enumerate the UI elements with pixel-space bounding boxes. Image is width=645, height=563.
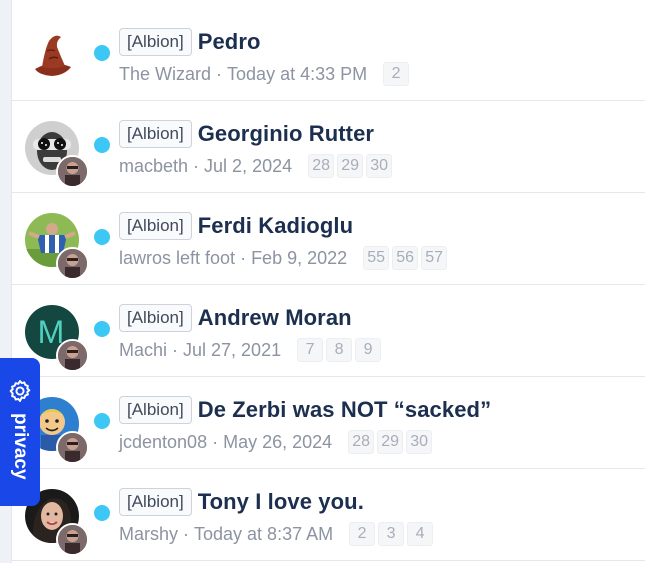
unread-indicator [94,505,110,521]
meta-separator: · [212,431,219,452]
thread-row[interactable]: [Albion] De Zerbi was NOT “sacked” jcden… [12,377,645,469]
unread-indicator [94,229,110,245]
page-link[interactable]: 56 [392,246,419,270]
page-jump: 2 3 4 [349,522,436,546]
meta-separator: · [183,523,190,544]
page-jump: 2 [383,62,412,86]
thread-prefix[interactable]: [Albion] [119,212,192,240]
page-jump: 55 56 57 [363,246,450,270]
thread-list: [Albion] Pedro The Wizard · Today at 4:3… [12,9,645,561]
thread-title[interactable]: De Zerbi was NOT “sacked” [198,397,492,423]
unread-indicator [94,321,110,337]
page-jump: 28 29 30 [308,154,395,178]
page-link[interactable]: 30 [366,154,393,178]
meta-separator: · [193,155,200,176]
avatar-wrap [25,29,79,83]
thread-date[interactable]: May 26, 2024 [223,432,332,453]
thread-starter[interactable]: macbeth [119,156,188,177]
unread-indicator [94,137,110,153]
gear-icon [9,380,31,402]
thread-date[interactable]: Feb 9, 2022 [251,248,347,269]
avatar-wrap [25,213,89,280]
avatar-wrap [25,121,89,188]
last-poster-avatar[interactable] [56,339,89,372]
privacy-settings-button[interactable]: privacy [0,358,40,506]
thread-prefix[interactable]: [Albion] [119,120,192,148]
thread-title[interactable]: Tony I love you. [198,489,364,515]
thread-prefix[interactable]: [Albion] [119,304,192,332]
unread-indicator [94,45,110,61]
thread-title[interactable]: Georginio Rutter [198,121,374,147]
thread-date[interactable]: Jul 2, 2024 [204,156,292,177]
thread-row[interactable]: [Albion] Georginio Rutter macbeth · Jul … [12,101,645,193]
thread-title[interactable]: Andrew Moran [198,305,352,331]
page-link[interactable]: 29 [377,430,404,454]
unread-indicator [94,413,110,429]
page-link[interactable]: 2 [349,522,376,546]
thread-row[interactable]: M [Albion] Andrew Moran Machi · Jul 27, … [12,285,645,377]
page-link[interactable]: 28 [308,154,335,178]
thread-prefix[interactable]: [Albion] [119,396,192,424]
avatar[interactable] [25,29,79,83]
thread-title[interactable]: Ferdi Kadioglu [198,213,353,239]
thread-starter[interactable]: Marshy [119,524,178,545]
last-poster-avatar[interactable] [56,155,89,188]
page-link[interactable]: 7 [297,338,324,362]
page-link[interactable]: 8 [326,338,353,362]
page-jump: 28 29 30 [348,430,435,454]
page-jump: 7 8 9 [297,338,384,362]
last-poster-avatar[interactable] [56,431,89,464]
thread-starter[interactable]: The Wizard [119,64,211,85]
page-link[interactable]: 57 [421,246,448,270]
page-link[interactable]: 2 [383,62,410,86]
meta-separator: · [216,63,223,84]
avatar-wrap: M [25,305,89,372]
thread-prefix[interactable]: [Albion] [119,488,192,516]
thread-starter[interactable]: lawros left foot [119,248,235,269]
page-link[interactable]: 9 [355,338,382,362]
thread-row[interactable]: [Albion] Pedro The Wizard · Today at 4:3… [12,9,645,101]
privacy-label: privacy [10,413,31,480]
thread-row[interactable]: [Albion] Tony I love you. Marshy · Today… [12,469,645,561]
thread-row[interactable]: [Albion] Ferdi Kadioglu lawros left foot… [12,193,645,285]
thread-title[interactable]: Pedro [198,29,261,55]
thread-date[interactable]: Jul 27, 2021 [183,340,281,361]
last-poster-avatar[interactable] [56,523,89,556]
thread-starter[interactable]: jcdenton08 [119,432,207,453]
last-poster-avatar[interactable] [56,247,89,280]
meta-separator: · [172,339,179,360]
thread-prefix[interactable]: [Albion] [119,28,192,56]
thread-date[interactable]: Today at 8:37 AM [194,524,333,545]
thread-starter[interactable]: Machi [119,340,167,361]
page-link[interactable]: 3 [378,522,405,546]
meta-separator: · [240,247,247,268]
thread-date[interactable]: Today at 4:33 PM [227,64,367,85]
page-link[interactable]: 28 [348,430,375,454]
page-link[interactable]: 29 [337,154,364,178]
page-link[interactable]: 30 [406,430,433,454]
page-link[interactable]: 4 [407,522,434,546]
page-link[interactable]: 55 [363,246,390,270]
